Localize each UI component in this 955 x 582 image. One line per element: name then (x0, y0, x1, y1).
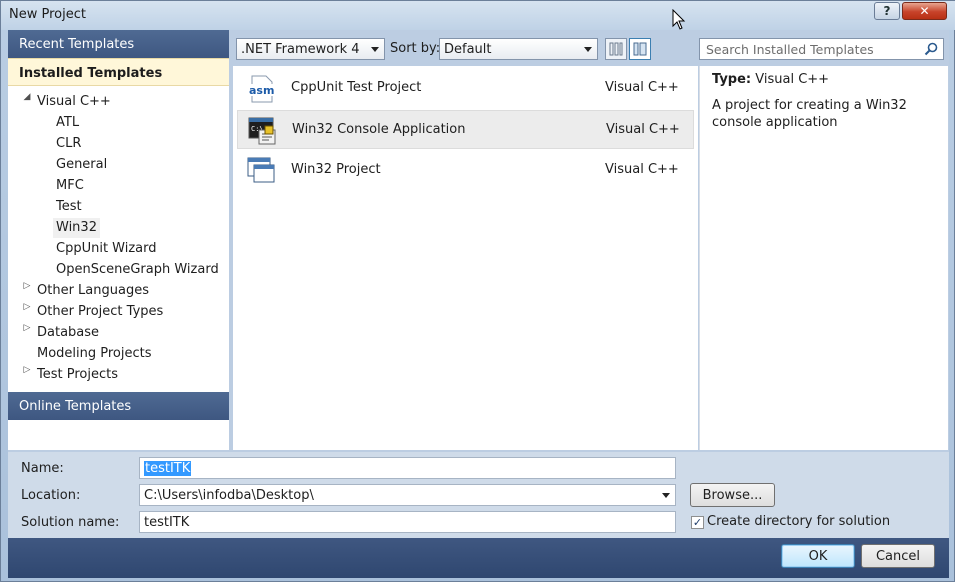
sort-by-label: Sort by: (390, 41, 441, 56)
template-item-win32-project[interactable]: Win32 Project Visual C++ (237, 151, 694, 190)
create-directory-label[interactable]: Create directory for solution (707, 514, 890, 529)
template-type: Type: Visual C++ (712, 72, 829, 87)
template-name: Win32 Console Application (292, 122, 466, 137)
close-button[interactable]: ✕ (902, 2, 947, 20)
asm-icon: asm (248, 75, 274, 103)
online-templates-header[interactable]: Online Templates (8, 392, 229, 420)
location-label: Location: (21, 488, 81, 503)
name-field[interactable]: testITK (139, 457, 676, 479)
browse-button[interactable]: Browse... (690, 483, 775, 507)
win32-project-icon (247, 157, 275, 183)
help-button[interactable]: ? (874, 2, 900, 20)
search-templates-box[interactable] (699, 38, 944, 60)
ok-button[interactable]: OK (781, 544, 855, 568)
recent-templates-header[interactable]: Recent Templates (8, 30, 229, 58)
framework-dropdown[interactable]: .NET Framework 4 (236, 38, 385, 60)
solution-name-field[interactable]: testITK (139, 511, 676, 533)
tree-item-openscenegraph-wizard[interactable]: OpenSceneGraph Wizard (56, 260, 219, 280)
tree-item-modeling-projects[interactable]: Modeling Projects (37, 344, 152, 364)
expand-arrow-icon[interactable]: ▷ (22, 281, 32, 301)
sort-value: Default (444, 42, 492, 57)
solution-name-label: Solution name: (21, 515, 120, 530)
chevron-down-icon[interactable] (662, 493, 670, 498)
details-view-icon (633, 42, 647, 56)
create-directory-checkbox[interactable]: ✓ (691, 516, 704, 529)
cancel-button[interactable]: Cancel (861, 544, 935, 568)
template-item-cppunit-test-project[interactable]: asm CppUnit Test Project Visual C++ (237, 69, 694, 108)
tree-item-mfc[interactable]: MFC (56, 176, 84, 196)
search-input[interactable] (700, 39, 920, 59)
search-icon[interactable] (924, 42, 938, 56)
solution-name-value: testITK (144, 515, 190, 530)
name-label: Name: (21, 461, 64, 476)
tree-item-test[interactable]: Test (56, 197, 82, 217)
chevron-down-icon (371, 47, 379, 52)
template-description: A project for creating a Win32 console a… (712, 98, 907, 130)
template-language: Visual C++ (606, 122, 680, 137)
location-value: C:\Users\infodba\Desktop\ (144, 488, 314, 503)
tree-item-atl[interactable]: ATL (56, 113, 79, 133)
window-title: New Project (9, 7, 86, 22)
console-app-icon: C:\ (248, 117, 276, 145)
medium-icons-view-button[interactable] (629, 38, 651, 60)
svg-text:asm: asm (249, 84, 274, 97)
tree-item-database[interactable]: Database (37, 323, 99, 343)
template-item-win32-console-application[interactable]: C:\ Win32 Console Application Visual C++ (237, 110, 694, 149)
type-label: Type: (712, 72, 752, 87)
tree-item-cppunit-wizard[interactable]: CppUnit Wizard (56, 239, 157, 259)
tree-item-win32[interactable]: Win32 (53, 218, 100, 238)
tree-item-test-projects[interactable]: Test Projects (37, 365, 118, 385)
chevron-down-icon (584, 47, 592, 52)
dialog-body: Recent Templates Installed Templates ◢ V… (8, 30, 949, 578)
location-field[interactable]: C:\Users\infodba\Desktop\ (139, 484, 676, 506)
name-value: testITK (144, 461, 192, 476)
templates-list: asm CppUnit Test Project Visual C++ C:\ … (233, 66, 698, 450)
list-view-icon (609, 42, 623, 56)
new-project-dialog: New Project ? ✕ Recent Templates Install… (0, 0, 955, 582)
small-icons-view-button[interactable] (605, 38, 627, 60)
mouse-cursor-icon (672, 9, 686, 30)
project-settings-form: Name: testITK Location: C:\Users\infodba… (8, 452, 949, 538)
template-name: Win32 Project (291, 162, 381, 177)
tree-item-general[interactable]: General (56, 155, 107, 175)
installed-templates-header[interactable]: Installed Templates (8, 58, 229, 86)
dialog-footer: OK Cancel (8, 538, 949, 578)
template-language: Visual C++ (605, 80, 679, 95)
template-name: CppUnit Test Project (291, 80, 422, 95)
collapse-arrow-icon[interactable]: ◢ (22, 92, 32, 112)
template-details-pane: Type: Visual C++ A project for creating … (699, 66, 948, 450)
tree-item-other-project-types[interactable]: Other Project Types (37, 302, 163, 322)
tree-item-visual-cpp[interactable]: Visual C++ (37, 92, 111, 112)
title-bar[interactable]: New Project ? ✕ (1, 1, 955, 30)
tree-item-clr[interactable]: CLR (56, 134, 81, 154)
framework-value: .NET Framework 4 (241, 42, 360, 57)
type-value: Visual C++ (755, 72, 830, 87)
template-language: Visual C++ (605, 162, 679, 177)
expand-arrow-icon[interactable]: ▷ (22, 365, 32, 385)
expand-arrow-icon[interactable]: ▷ (22, 302, 32, 322)
tree-item-other-languages[interactable]: Other Languages (37, 281, 149, 301)
expand-arrow-icon[interactable]: ▷ (22, 323, 32, 343)
template-categories-pane: Recent Templates Installed Templates ◢ V… (8, 30, 229, 450)
sort-by-dropdown[interactable]: Default (439, 38, 598, 60)
